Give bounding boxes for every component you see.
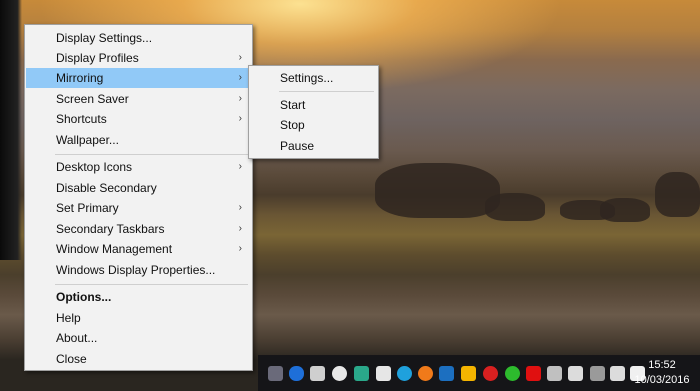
menu-item-about[interactable]: About...: [26, 328, 251, 348]
menu-item-shortcuts[interactable]: Shortcuts ›: [26, 109, 251, 129]
cloud-icon[interactable]: [332, 366, 347, 381]
menu-separator: [55, 284, 248, 285]
menu-item-close[interactable]: Close: [26, 349, 251, 369]
menu-item-set-primary[interactable]: Set Primary ›: [26, 198, 251, 218]
clock-time: 15:52: [648, 359, 676, 371]
menu-item-display-profiles[interactable]: Display Profiles ›: [26, 48, 251, 68]
submenu-item-stop[interactable]: Stop: [250, 115, 377, 135]
menu-separator: [279, 91, 374, 92]
car-window-frame: [0, 0, 22, 260]
show-desktop-icon[interactable]: [590, 366, 605, 381]
rock: [375, 163, 500, 218]
red-app-icon[interactable]: [526, 366, 541, 381]
menu-item-disable-secondary[interactable]: Disable Secondary: [26, 178, 251, 198]
chevron-right-icon: ›: [238, 161, 242, 172]
pen-icon[interactable]: [310, 366, 325, 381]
menu-item-wallpaper[interactable]: Wallpaper...: [26, 130, 251, 150]
network-dots-icon[interactable]: [483, 366, 498, 381]
chevron-right-icon: ›: [238, 93, 242, 104]
mirroring-submenu: Settings... Start Stop Pause: [248, 65, 379, 159]
chevron-right-icon: ›: [238, 52, 242, 63]
submenu-item-pause[interactable]: Pause: [250, 136, 377, 156]
rock: [485, 193, 545, 221]
menu-item-mirroring[interactable]: Mirroring ›: [26, 68, 251, 88]
taskbar-clock[interactable]: 15:52 10/03/2016: [632, 358, 692, 388]
chevron-right-icon: ›: [238, 223, 242, 234]
dropbox-like-app-icon[interactable]: [268, 366, 283, 381]
google-drive-icon[interactable]: [461, 366, 476, 381]
menu-item-help[interactable]: Help: [26, 308, 251, 328]
rock: [600, 198, 650, 222]
menu-item-desktop-icons[interactable]: Desktop Icons ›: [26, 157, 251, 177]
menu-separator: [55, 154, 248, 155]
upload-icon[interactable]: [418, 366, 433, 381]
outlook-icon[interactable]: [439, 366, 454, 381]
clock-date: 10/03/2016: [634, 374, 690, 386]
menu-item-options[interactable]: Options...: [26, 287, 251, 307]
menu-item-window-management[interactable]: Window Management ›: [26, 239, 251, 259]
context-menu: Display Settings... Display Profiles › Mi…: [24, 24, 253, 371]
bluetooth-icon[interactable]: [289, 366, 304, 381]
chevron-right-icon: ›: [238, 202, 242, 213]
pocket-icon[interactable]: [547, 366, 562, 381]
menu-item-secondary-taskbars[interactable]: Secondary Taskbars ›: [26, 219, 251, 239]
chevron-right-icon: ›: [238, 243, 242, 254]
edge-like-icon[interactable]: [397, 366, 412, 381]
rock: [655, 172, 700, 217]
skype-icon[interactable]: [376, 366, 391, 381]
dropbox-icon[interactable]: [568, 366, 583, 381]
menu-item-display-settings[interactable]: Display Settings...: [26, 28, 251, 48]
menu-item-windows-display-properties[interactable]: Windows Display Properties...: [26, 260, 251, 280]
submenu-item-start[interactable]: Start: [250, 95, 377, 115]
chevron-right-icon: ›: [238, 72, 242, 83]
chevron-right-icon: ›: [238, 113, 242, 124]
green-app-icon[interactable]: [505, 366, 520, 381]
volume-icon[interactable]: [610, 366, 625, 381]
taskbar-tray: 15:52 10/03/2016: [258, 355, 700, 391]
submenu-item-settings[interactable]: Settings...: [250, 68, 377, 88]
menu-item-screen-saver[interactable]: Screen Saver ›: [26, 89, 251, 109]
monitor-app-icon[interactable]: [354, 366, 369, 381]
